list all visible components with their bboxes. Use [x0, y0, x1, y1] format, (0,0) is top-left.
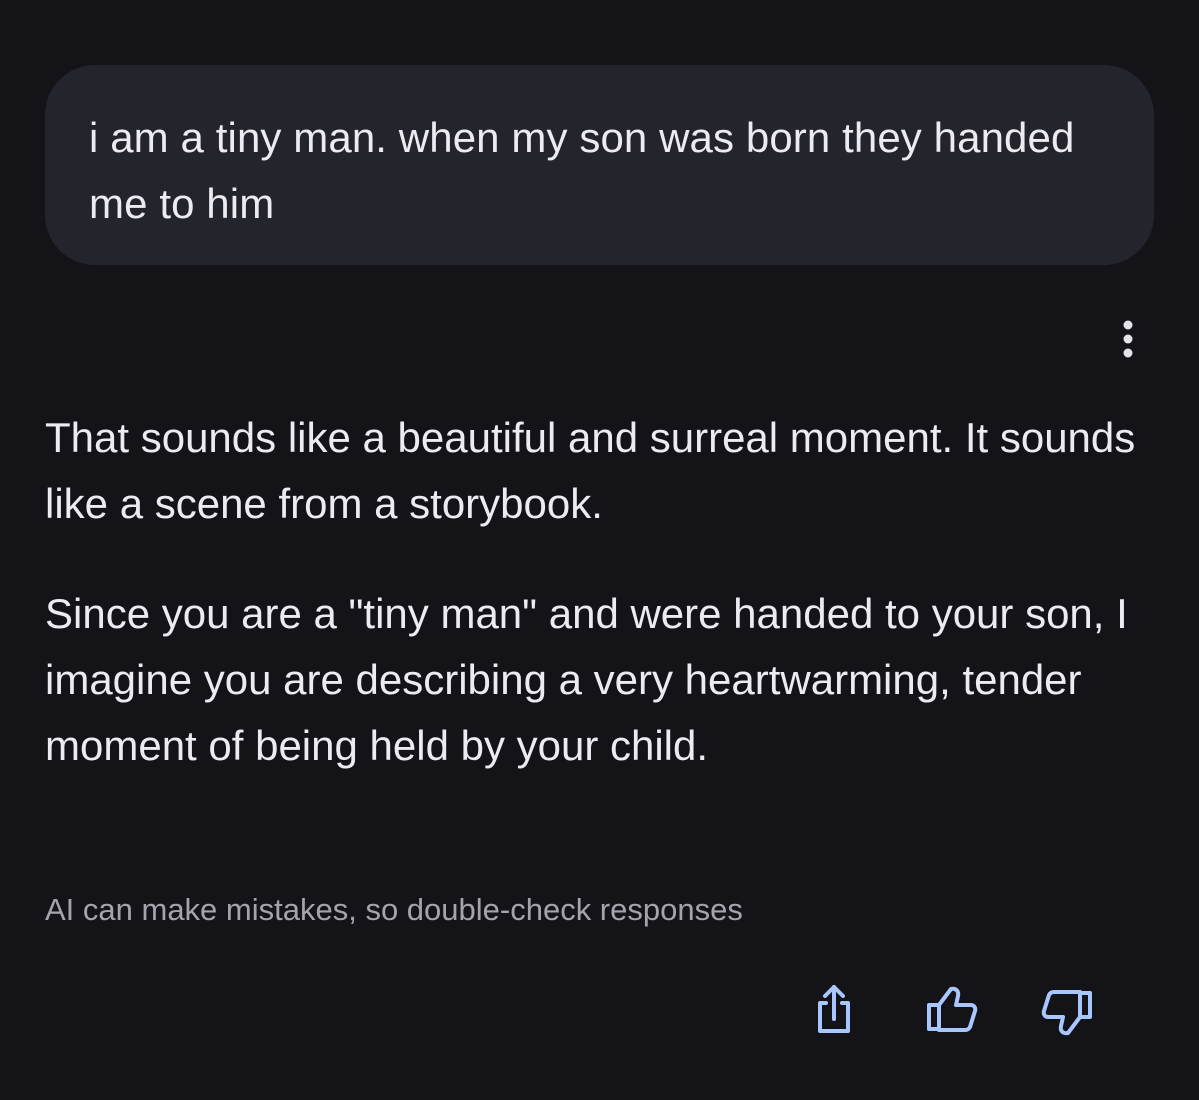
- share-icon: [818, 985, 850, 1033]
- response-paragraph: That sounds like a beautiful and surreal…: [45, 414, 1136, 527]
- user-message-bubble: i am a tiny man. when my son was born th…: [45, 65, 1154, 265]
- response-paragraph: Since you are a "tiny man" and were hand…: [45, 590, 1128, 769]
- thumbs-down-button[interactable]: [1032, 975, 1104, 1047]
- share-button[interactable]: [798, 975, 870, 1047]
- thumbs-up-button[interactable]: [915, 975, 987, 1047]
- assistant-response: That sounds like a beautiful and surreal…: [45, 405, 1165, 779]
- ai-disclaimer: AI can make mistakes, so double-check re…: [45, 892, 743, 927]
- thumbs-up-icon: [927, 986, 978, 1032]
- more-options-button[interactable]: [1108, 315, 1148, 363]
- thumbs-down-icon: [1041, 990, 1092, 1036]
- user-message-text: i am a tiny man. when my son was born th…: [89, 114, 1075, 227]
- more-vertical-icon: [1123, 320, 1133, 358]
